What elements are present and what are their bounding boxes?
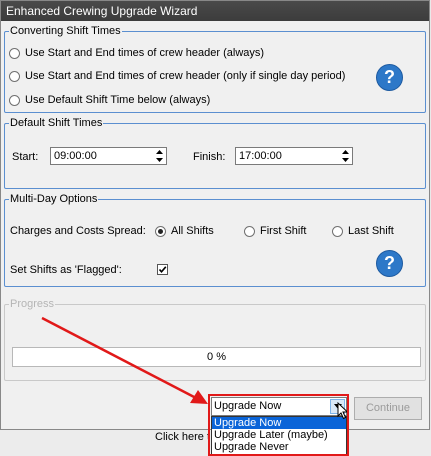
annotation-arrow-icon — [41, 316, 208, 404]
